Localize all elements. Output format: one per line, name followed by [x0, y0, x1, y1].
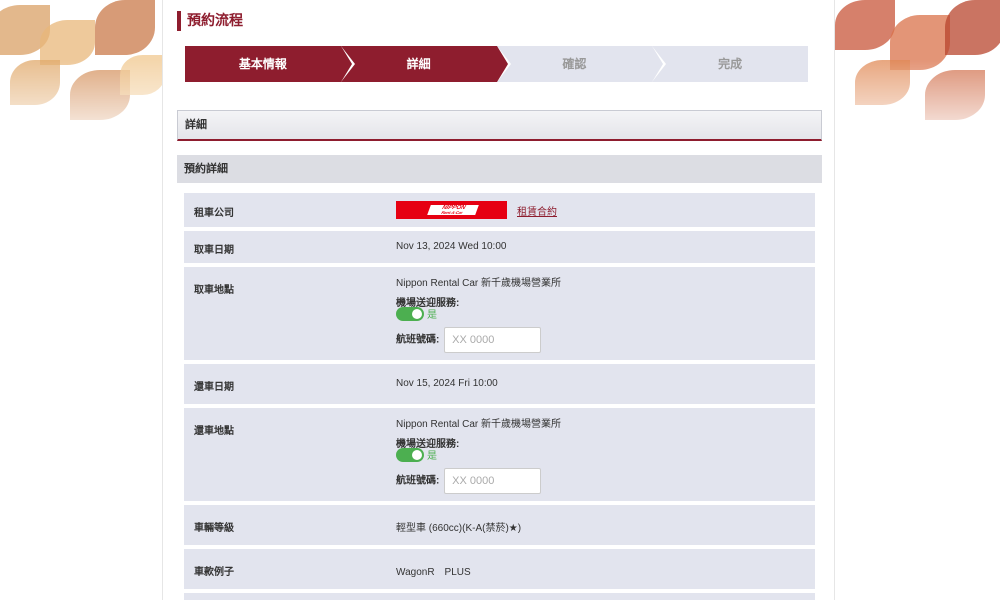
- row-rental-company: 租車公司 NIPPON Rent-A-Car 租賃合約: [184, 193, 815, 227]
- row-label: 車款例子: [194, 567, 234, 578]
- flight-group: 航班號碼:: [396, 468, 542, 494]
- row-car-class: 車輛等級 輕型車 (660cc)(K-A(禁菸)★): [184, 505, 815, 545]
- sub-header: 預約詳細: [177, 155, 822, 183]
- row-value: NIPPON Rent-A-Car 租賃合約: [396, 201, 557, 219]
- row-label: 取車日期: [194, 245, 234, 256]
- step-complete: 完成: [652, 46, 808, 82]
- row-label: 還車日期: [194, 382, 234, 393]
- progress-steps: 基本情報 詳細 確認 完成: [185, 46, 808, 82]
- row-value: Nippon Rental Car 新千歲機場營業所: [396, 278, 562, 289]
- page-title: 預約流程: [177, 11, 243, 31]
- main-container: 預約流程 基本情報 詳細 確認 完成 詳細 預約詳細 租車公司 NIPPON Re…: [162, 0, 835, 600]
- row-value: Nippon Rental Car 新千歲機場營業所: [396, 419, 562, 430]
- shuttle-toggle-group: 是: [396, 306, 437, 321]
- shuttle-value: 是: [427, 451, 437, 462]
- section-header: 詳細: [177, 110, 822, 141]
- shuttle-value: 是: [427, 310, 437, 321]
- row-return-date: 還車日期 Nov 15, 2024 Fri 10:00: [184, 364, 815, 404]
- row-value: 輕型車 (660cc)(K-A(禁菸)★): [396, 523, 522, 534]
- autumn-leaves-right: [835, 0, 1000, 150]
- step-label: 基本情報: [238, 57, 287, 71]
- row-label: 還車地點: [194, 426, 234, 437]
- rental-contract-link[interactable]: 租賃合約: [517, 207, 557, 218]
- row-pickup-location: 取車地點 Nippon Rental Car 新千歲機場營業所 機場送迎服務: …: [184, 267, 815, 360]
- row-value: WagonR PLUS: [396, 567, 471, 578]
- row-label: 取車地點: [194, 285, 234, 296]
- row-next: [184, 593, 815, 600]
- step-confirm: 確認: [497, 46, 667, 82]
- step-basic-info: 基本情報: [185, 46, 355, 82]
- shuttle-toggle[interactable]: [396, 306, 424, 321]
- shuttle-toggle-group: 是: [396, 447, 437, 462]
- row-pickup-date: 取車日期 Nov 13, 2024 Wed 10:00: [184, 231, 815, 263]
- step-label: 詳細: [406, 57, 431, 71]
- shuttle-toggle[interactable]: [396, 447, 424, 462]
- row-return-location: 還車地點 Nippon Rental Car 新千歲機場營業所 機場送迎服務: …: [184, 408, 815, 501]
- autumn-leaves-left: [0, 0, 162, 150]
- row-value: Nov 13, 2024 Wed 10:00: [396, 241, 507, 252]
- row-label: 租車公司: [194, 208, 234, 219]
- return-flight-number-input[interactable]: [444, 468, 542, 494]
- step-label: 完成: [718, 57, 743, 71]
- flight-group: 航班號碼:: [396, 327, 542, 353]
- flight-label: 航班號碼:: [396, 334, 440, 346]
- row-value: Nov 15, 2024 Fri 10:00: [396, 378, 498, 389]
- flight-label: 航班號碼:: [396, 475, 440, 487]
- pickup-flight-number-input[interactable]: [444, 327, 542, 353]
- row-label: 車輛等級: [194, 523, 234, 534]
- step-label: 確認: [562, 57, 587, 71]
- step-details: 詳細: [340, 46, 511, 82]
- nippon-rent-a-car-logo: NIPPON Rent-A-Car: [396, 201, 507, 219]
- row-car-example: 車款例子 WagonR PLUS: [184, 549, 815, 589]
